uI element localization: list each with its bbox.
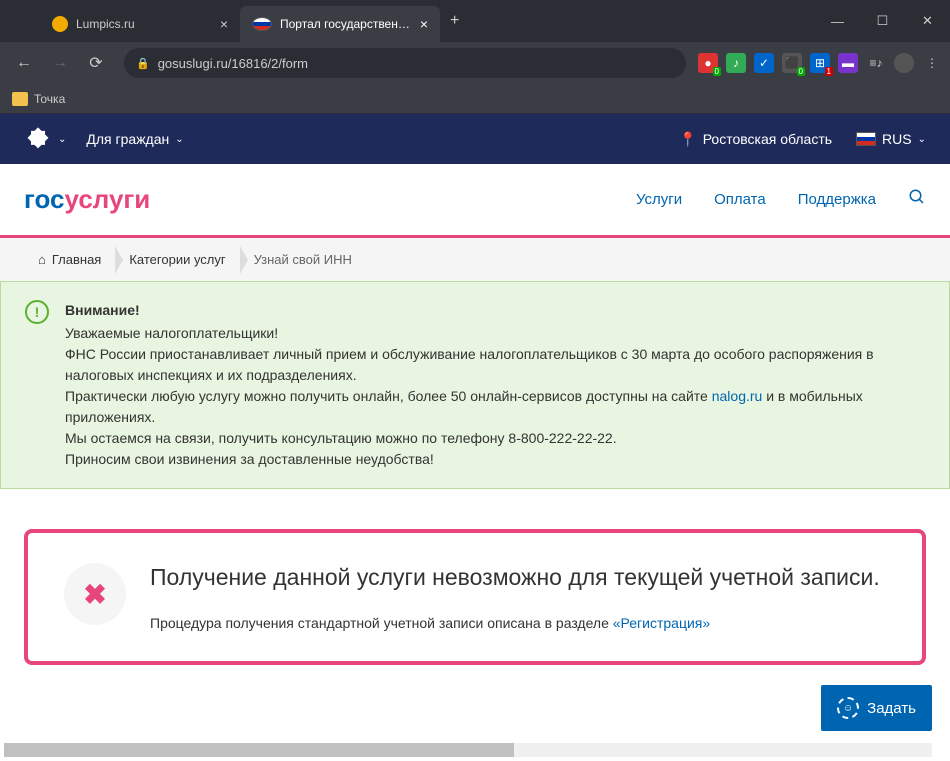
- breadcrumb-label: Категории услуг: [129, 252, 225, 267]
- close-icon[interactable]: ×: [220, 16, 228, 32]
- alert-line: Мы остаемся на связи, получить консульта…: [65, 428, 925, 449]
- page-content: ⌄ Для граждан ⌄ 📍 Ростовская область RUS…: [0, 114, 950, 761]
- page-scrollable[interactable]: ⌄ Для граждан ⌄ 📍 Ростовская область RUS…: [0, 114, 950, 761]
- bookmark-tochka[interactable]: Точка: [12, 92, 65, 106]
- audience-selector[interactable]: Для граждан ⌄: [86, 131, 183, 147]
- alert-line: ФНС России приостанавливает личный прием…: [65, 344, 925, 386]
- x-icon: ✖: [83, 578, 106, 611]
- alert-title: Внимание!: [65, 300, 925, 321]
- url-text: gosuslugi.ru/16816/2/form: [158, 56, 308, 71]
- extension-icon[interactable]: ✓: [754, 53, 774, 73]
- extension-icon[interactable]: ●0: [698, 53, 718, 73]
- extension-icons: ●0 ♪ ✓ ⬛0 ⊞1 ▬ ≡♪ ⋮: [698, 53, 942, 73]
- pin-icon: 📍: [679, 131, 696, 148]
- logo-gos: гос: [24, 184, 65, 214]
- breadcrumb: ⌂ Главная Категории услуг Узнай свой ИНН: [0, 238, 950, 281]
- chat-icon: ☺: [837, 697, 859, 719]
- region-selector[interactable]: 📍 Ростовская область: [679, 131, 832, 148]
- tab-gosuslugi[interactable]: Портал государственных услуг I ×: [240, 6, 440, 42]
- error-body: Получение данной услуги невозможно для т…: [150, 563, 886, 631]
- horizontal-scrollbar[interactable]: [4, 743, 932, 757]
- minimize-button[interactable]: —: [815, 0, 860, 42]
- ask-question-button[interactable]: ☺ Задать: [821, 685, 932, 731]
- emblem-icon: [24, 125, 52, 153]
- folder-icon: [12, 92, 28, 106]
- header-nav: Услуги Оплата Поддержка: [636, 188, 926, 211]
- search-icon[interactable]: [908, 188, 926, 211]
- error-card: ✖ Получение данной услуги невозможно для…: [24, 529, 926, 665]
- chevron-down-icon: ⌄: [918, 134, 926, 145]
- profile-avatar[interactable]: [894, 53, 914, 73]
- site-header: госуслуги Услуги Оплата Поддержка: [0, 164, 950, 238]
- nalog-link[interactable]: nalog.ru: [712, 388, 763, 404]
- registration-link[interactable]: «Регистрация»: [613, 615, 710, 631]
- lang-label: RUS: [882, 131, 912, 147]
- language-selector[interactable]: RUS ⌄: [856, 131, 926, 147]
- bookmark-label: Точка: [34, 92, 65, 106]
- close-icon[interactable]: ×: [420, 16, 428, 32]
- ask-label: Задать: [867, 700, 916, 717]
- menu-icon[interactable]: ⋮: [922, 53, 942, 73]
- extension-icon[interactable]: ♪: [726, 53, 746, 73]
- forward-button[interactable]: →: [44, 47, 76, 79]
- tab-title: Портал государственных услуг I: [280, 17, 412, 31]
- address-bar[interactable]: 🔒 gosuslugi.ru/16816/2/form: [124, 48, 686, 78]
- extension-icon[interactable]: ⊞1: [810, 53, 830, 73]
- browser-toolbar: ← → ⟳ 🔒 gosuslugi.ru/16816/2/form ●0 ♪ ✓…: [0, 42, 950, 84]
- flag-icon: [856, 132, 876, 146]
- info-icon: !: [25, 300, 49, 324]
- extension-icon[interactable]: ⬛0: [782, 53, 802, 73]
- error-icon-circle: ✖: [64, 563, 126, 625]
- nav-services[interactable]: Услуги: [636, 191, 682, 208]
- reading-list-icon[interactable]: ≡♪: [866, 53, 886, 73]
- site-topnav: ⌄ Для граждан ⌄ 📍 Ростовская область RUS…: [0, 114, 950, 164]
- emblem-menu[interactable]: ⌄: [24, 125, 66, 153]
- alert-content: Внимание! Уважаемые налогоплательщики! Ф…: [65, 300, 925, 470]
- close-button[interactable]: ✕: [905, 0, 950, 42]
- breadcrumb-categories[interactable]: Категории услуг: [115, 252, 239, 267]
- lock-icon: 🔒: [136, 57, 150, 70]
- alert-line: Приносим свои извинения за доставленные …: [65, 449, 925, 470]
- notice-alert: ! Внимание! Уважаемые налогоплательщики!…: [0, 281, 950, 489]
- error-text: Процедура получения стандартной учетной …: [150, 615, 886, 631]
- maximize-button[interactable]: ☐: [860, 0, 905, 42]
- chevron-down-icon: ⌄: [175, 134, 183, 145]
- tab-title: Lumpics.ru: [76, 17, 212, 31]
- favicon-lumpics: [52, 16, 68, 32]
- breadcrumb-label: Главная: [52, 252, 101, 267]
- breadcrumb-home[interactable]: ⌂ Главная: [24, 252, 115, 267]
- chevron-down-icon: ⌄: [58, 134, 66, 145]
- window-controls: — ☐ ✕: [815, 0, 950, 42]
- nav-support[interactable]: Поддержка: [798, 191, 876, 208]
- error-title: Получение данной услуги невозможно для т…: [150, 563, 886, 593]
- breadcrumb-label: Узнай свой ИНН: [254, 252, 352, 267]
- reload-button[interactable]: ⟳: [80, 47, 112, 79]
- alert-line: Уважаемые налогоплательщики!: [65, 323, 925, 344]
- nav-payment[interactable]: Оплата: [714, 191, 766, 208]
- window-titlebar: Lumpics.ru × Портал государственных услу…: [0, 0, 950, 42]
- favicon-gosuslugi: [252, 17, 272, 31]
- home-icon: ⌂: [38, 252, 46, 267]
- new-tab-button[interactable]: +: [440, 12, 469, 30]
- scrollbar-thumb[interactable]: [4, 743, 514, 757]
- audience-label: Для граждан: [86, 131, 169, 147]
- extension-icon[interactable]: ▬: [838, 53, 858, 73]
- bookmarks-bar: Точка: [0, 84, 950, 114]
- alert-line: Практически любую услугу можно получить …: [65, 386, 925, 428]
- back-button[interactable]: ←: [8, 47, 40, 79]
- tab-lumpics[interactable]: Lumpics.ru ×: [40, 6, 240, 42]
- browser-tabs: Lumpics.ru × Портал государственных услу…: [0, 0, 469, 42]
- region-label: Ростовская область: [703, 131, 832, 147]
- logo-uslugi: услуги: [65, 184, 151, 214]
- breadcrumb-current: Узнай свой ИНН: [240, 252, 366, 267]
- logo[interactable]: госуслуги: [24, 184, 150, 215]
